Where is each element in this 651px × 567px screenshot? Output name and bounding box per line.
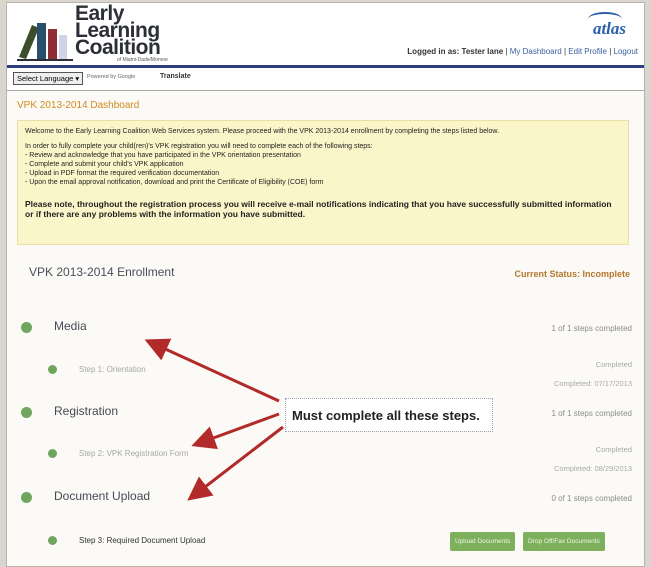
separator: |	[505, 47, 508, 56]
step2-date: Completed: 08/29/2013	[554, 464, 632, 473]
page: Early Learning Coalition of Miami-Dade/M…	[6, 2, 645, 567]
instruction-callout: Must complete all these steps.	[285, 398, 493, 432]
section-media-title: Media	[54, 319, 87, 333]
translate-link[interactable]: Translate	[160, 73, 191, 80]
arrow-to-registration	[191, 412, 280, 450]
status-badge: Current Status: Incomplete	[514, 269, 630, 279]
logo-line-3: Coalition	[75, 36, 161, 59]
notice-step: - Complete and submit your child's VPK a…	[25, 161, 184, 168]
welcome-notice: Welcome to the Early Learning Coalition …	[17, 120, 629, 245]
user-bar: Logged in as: Tester lane | My Dashboard…	[407, 47, 638, 56]
section-upload-title: Document Upload	[54, 489, 151, 503]
edit-profile-link[interactable]: Edit Profile	[568, 47, 607, 56]
intro-text: In order to fully complete your child(re…	[25, 143, 373, 150]
logo-subtitle: of Miami-Dade/Monroe	[117, 57, 168, 63]
arrow-to-media	[144, 338, 280, 403]
registration-progress: 1 of 1 steps completed	[551, 409, 633, 418]
my-dashboard-link[interactable]: My Dashboard	[510, 47, 562, 56]
callout-text: Must complete all these steps.	[292, 408, 480, 423]
email-note: Please note, throughout the registration…	[25, 199, 612, 219]
section-registration-title: Registration	[54, 404, 119, 418]
step1-link[interactable]: Step 1: Orientation	[79, 365, 146, 374]
upload-status-icon	[21, 492, 32, 503]
step3-status-icon	[48, 536, 57, 545]
notice-step: - Review and acknowledge that you have p…	[25, 152, 301, 159]
step1-state: Completed	[595, 360, 632, 369]
step1-check-icon	[48, 365, 57, 374]
books-logo-icon	[17, 23, 73, 61]
notice-step: - Upload in PDF format the required veri…	[25, 170, 220, 177]
nav-bar: Select Language ▾ Powered by Google Tran…	[7, 65, 644, 91]
arrow-to-upload	[187, 425, 284, 501]
notice-step: - Upon the email approval notification, …	[25, 179, 324, 186]
powered-by-text: Powered by Google	[87, 74, 136, 80]
logged-in-text: Logged in as: Tester lane	[407, 47, 504, 56]
registration-check-icon	[21, 407, 32, 418]
separator: |	[609, 47, 612, 56]
welcome-text: Welcome to the Early Learning Coalition …	[25, 128, 500, 135]
select-language-dropdown[interactable]: Select Language ▾	[13, 72, 84, 85]
media-check-icon	[21, 322, 32, 333]
media-progress: 1 of 1 steps completed	[551, 324, 633, 333]
step2-state: Completed	[595, 445, 632, 454]
drop-off-fax-button[interactable]: Drop Off/Fax Documents	[523, 532, 605, 551]
step2-link[interactable]: Step 2: VPK Registration Form	[79, 449, 188, 458]
upload-progress: 0 of 1 steps completed	[551, 494, 633, 503]
enrollment-title: VPK 2013-2014 Enrollment	[29, 265, 175, 279]
page-title: VPK 2013-2014 Dashboard	[17, 100, 140, 111]
atlas-logo: atlas	[592, 19, 626, 38]
step2-check-icon	[48, 449, 57, 458]
separator: |	[563, 47, 567, 56]
step1-completed: Completed Completed: 07/17/2013	[554, 355, 632, 393]
upload-documents-button[interactable]: Upload Documents	[450, 532, 516, 551]
logout-link[interactable]: Logout	[614, 47, 638, 56]
header: Early Learning Coalition of Miami-Dade/M…	[7, 3, 644, 65]
step1-date: Completed: 07/17/2013	[554, 379, 632, 388]
step3-link[interactable]: Step 3: Required Document Upload	[79, 536, 205, 545]
step2-completed: Completed Completed: 08/29/2013	[554, 440, 632, 478]
